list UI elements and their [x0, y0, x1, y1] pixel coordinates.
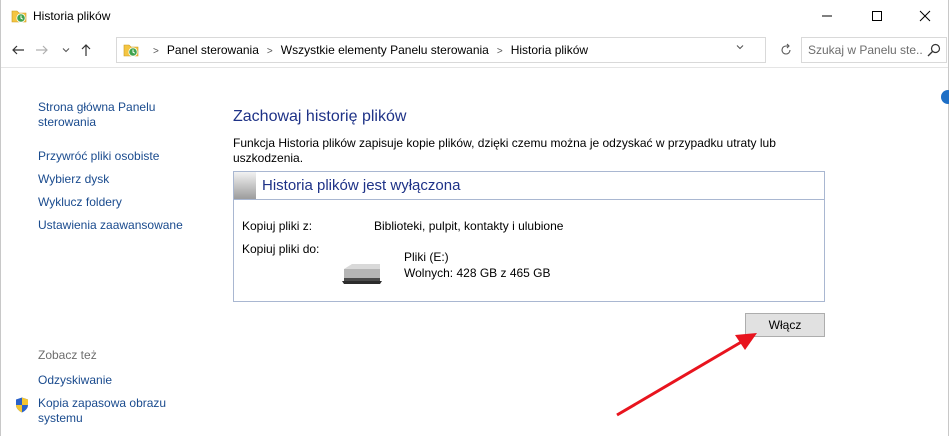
- file-history-status-panel: Historia plików jest wyłączona Kopiuj pl…: [233, 171, 825, 302]
- search-input[interactable]: [802, 38, 922, 62]
- copy-from-label: Kopiuj pliki z:: [242, 219, 313, 233]
- sidebar-item-advanced-settings[interactable]: Ustawienia zaawansowane: [38, 218, 208, 233]
- see-also-system-image-backup-link[interactable]: Kopia zapasowa obrazu systemu: [38, 396, 208, 426]
- breadcrumb: > Panel sterowania > Wszystkie elementy Pan…: [145, 43, 588, 57]
- see-also-recovery-link[interactable]: Odzyskiwanie: [38, 373, 208, 388]
- chevron-down-icon: [736, 45, 744, 50]
- address-bar[interactable]: > Panel sterowania > Wszystkie elementy Pan…: [116, 37, 766, 63]
- sidebar-item-select-drive[interactable]: Wybierz dysk: [38, 172, 208, 187]
- maximize-button[interactable]: [854, 0, 900, 32]
- up-button[interactable]: [77, 41, 95, 59]
- forward-button[interactable]: [33, 41, 51, 59]
- sidebar-item-exclude-folders[interactable]: Wyklucz foldery: [38, 195, 208, 210]
- breadcrumb-separator-icon: >: [496, 46, 503, 57]
- search-icon[interactable]: [926, 42, 942, 58]
- file-history-window: Historia plików > Panel sterowania > Wsz…: [0, 0, 949, 436]
- arrow-right-icon: [36, 45, 48, 55]
- file-history-app-icon: [11, 10, 27, 23]
- close-icon: [919, 10, 931, 22]
- copy-from-value: Biblioteki, pulpit, kontakty i ulubione: [374, 219, 564, 233]
- help-icon[interactable]: [941, 90, 949, 104]
- page-title: Zachowaj historię plików: [233, 108, 407, 125]
- minimize-button[interactable]: [804, 0, 850, 32]
- arrow-left-icon: [12, 45, 24, 55]
- breadcrumb-item-file-history[interactable]: Historia plików: [511, 43, 588, 57]
- maximize-icon: [872, 11, 882, 21]
- close-button[interactable]: [902, 0, 948, 32]
- status-header: Historia plików jest wyłączona: [234, 172, 824, 200]
- sidebar-item-restore-personal-files[interactable]: Przywróć pliki osobiste: [38, 149, 208, 164]
- copy-to-label: Kopiuj pliki do:: [242, 242, 320, 256]
- arrow-up-icon: [81, 44, 91, 56]
- window-title: Historia plików: [33, 9, 111, 23]
- target-drive-free-space: Wolnych: 428 GB z 465 GB: [404, 266, 551, 280]
- breadcrumb-separator-icon: >: [153, 46, 159, 57]
- see-also-heading: Zobacz też: [38, 348, 97, 362]
- title-bar: Historia plików: [1, 0, 948, 32]
- left-navigation-pane: Strona główna Panelu sterowania Przywróć…: [1, 68, 216, 436]
- enable-button[interactable]: Włącz: [745, 313, 825, 337]
- search-box: [801, 37, 947, 63]
- control-panel-icon: [123, 44, 139, 57]
- status-title: Historia plików jest wyłączona: [262, 177, 461, 194]
- drive-icon: [342, 264, 382, 284]
- target-drive-name: Pliki (E:): [404, 250, 449, 264]
- breadcrumb-item-control-panel[interactable]: Panel sterowania: [167, 43, 259, 57]
- minimize-icon: [822, 15, 832, 17]
- page-description: Funkcja Historia plików zapisuje kopie p…: [233, 136, 776, 165]
- back-button[interactable]: [9, 41, 27, 59]
- uac-shield-icon: [16, 397, 28, 413]
- refresh-button[interactable]: [773, 37, 799, 63]
- address-dropdown-button[interactable]: [735, 42, 745, 55]
- status-indicator: [234, 172, 256, 199]
- breadcrumb-separator-icon: >: [266, 46, 273, 57]
- recent-locations-button[interactable]: [57, 41, 75, 59]
- navigation-bar: > Panel sterowania > Wszystkie elementy Pan…: [1, 32, 948, 68]
- sidebar-item-control-panel-home[interactable]: Strona główna Panelu sterowania: [38, 100, 208, 130]
- breadcrumb-item-all-items[interactable]: Wszystkie elementy Panelu sterowania: [281, 43, 489, 57]
- chevron-down-icon: [62, 48, 70, 53]
- refresh-icon: [781, 43, 791, 55]
